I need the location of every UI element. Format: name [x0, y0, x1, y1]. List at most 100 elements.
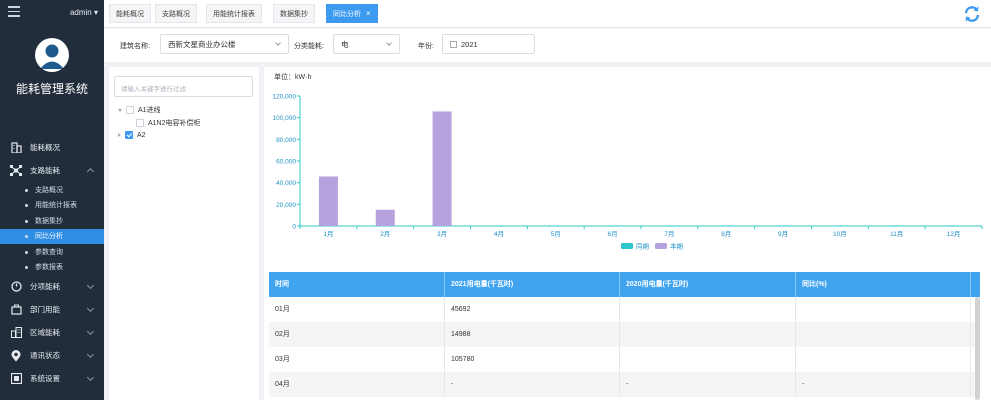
tab-branch-overview[interactable]: 支路概况	[155, 4, 197, 23]
table-cell	[796, 347, 971, 372]
sidebar-subitem-label: 数据集抄	[35, 217, 63, 225]
x-tick-label: 12月	[947, 230, 961, 238]
sidebar-subitem-yoy-analysis[interactable]: 同比分析	[0, 228, 104, 244]
table-cell	[620, 322, 796, 347]
sidebar-item-label: 系统设置	[30, 374, 60, 383]
y-tick-label: 0	[292, 224, 296, 231]
y-tick-label: 40,000	[276, 180, 296, 187]
table-row: 04月 - - -	[269, 372, 980, 397]
chart-panel: 单位：kW·h 0 20,000 40,000 60,000 80,000 100,000 1…	[264, 67, 991, 265]
sidebar-subitem-label: 参数报表	[35, 264, 63, 272]
y-tick-label: 80,000	[276, 137, 296, 144]
x-tick-label: 4月	[494, 230, 504, 238]
tree-node-label: A1进线	[138, 107, 161, 114]
x-tick-label: 8月	[721, 230, 731, 238]
table-cell: -	[445, 372, 620, 397]
sidebar: admin ▾ 能耗管理系统 能耗概况 支路能耗 支路概况 用能统计报表 数据集…	[0, 0, 104, 400]
tab-label: 支路概况	[162, 10, 190, 18]
hamburger-menu-icon[interactable]	[8, 6, 20, 18]
user-menu[interactable]: admin ▾	[70, 8, 98, 17]
region-icon	[10, 327, 22, 339]
table-cell: 105780	[445, 347, 620, 372]
branch-tree-panel: 请输入关键字进行过滤 A1进线 A1N2电容补偿柜 A2	[109, 67, 259, 400]
x-tick-label: 11月	[890, 230, 903, 238]
table-cell: -	[620, 372, 796, 397]
y-tick-label: 100,000	[273, 115, 297, 122]
sidebar-item-comm-status[interactable]: 通讯状态	[0, 344, 104, 367]
chevron-down-icon	[386, 40, 392, 46]
tab-label: 能耗概况	[116, 10, 144, 18]
table-row: 02月 14988	[269, 322, 980, 347]
expand-icon[interactable]	[118, 108, 122, 112]
tab-yoy-analysis[interactable]: 同比分析 ×	[326, 4, 378, 23]
chevron-down-icon	[275, 40, 281, 46]
tree-checkbox-checked[interactable]	[125, 131, 133, 139]
table-cell	[620, 347, 796, 372]
tab-data-collection[interactable]: 数据集抄	[273, 4, 315, 23]
sidebar-subitem-param-query[interactable]: 参数查询	[0, 244, 104, 260]
refresh-icon[interactable]	[963, 5, 981, 23]
table-panel: 时间 2021用电量(千瓦时) 2020用电量(千瓦时) 同比(%) 01月 4…	[264, 265, 991, 400]
x-tick-label: 5月	[551, 230, 561, 238]
building-label: 建筑名称:	[120, 43, 150, 50]
tree-node-a1[interactable]: A1进线	[118, 105, 161, 115]
year-picker[interactable]: 2021	[442, 34, 535, 54]
table-cell: -	[796, 372, 971, 397]
settings-icon	[10, 373, 22, 385]
year-picker-value: 2021	[461, 39, 478, 49]
chevron-down-icon	[86, 327, 95, 336]
tree-node-a2[interactable]: A2	[118, 131, 146, 139]
sidebar-item-system-settings[interactable]: 系统设置	[0, 367, 104, 390]
calendar-icon	[450, 40, 457, 48]
bar-current	[318, 176, 338, 226]
table-cell: 02月	[269, 322, 445, 347]
x-tick-label: 3月	[437, 230, 447, 238]
sidebar-item-branch-energy[interactable]: 支路能耗	[0, 159, 104, 182]
sidebar-subitem-param-report[interactable]: 参数报表	[0, 260, 104, 276]
x-tick-label: 6月	[608, 230, 618, 238]
table-header-cell: 2021用电量(千瓦时)	[445, 272, 620, 297]
sidebar-item-department-energy[interactable]: 部门用能	[0, 298, 104, 321]
sidebar-item-label: 通讯状态	[30, 351, 60, 360]
table-cell: 03月	[269, 347, 445, 372]
tree-node-a1n2[interactable]: A1N2电容补偿柜	[136, 118, 201, 128]
unit-label: 单位：kW·h	[274, 72, 311, 81]
tab-energy-overview[interactable]: 能耗概况	[109, 4, 151, 23]
tree-checkbox[interactable]	[136, 119, 144, 127]
close-icon[interactable]: ×	[366, 9, 371, 18]
sidebar-subitem-usage-report[interactable]: 用能统计报表	[0, 198, 104, 214]
category-select[interactable]: 电	[333, 34, 400, 54]
y-tick-label: 60,000	[276, 159, 296, 166]
category-select-value: 电	[341, 39, 349, 49]
legend-label: 本期	[670, 242, 684, 251]
sidebar-subitem-data-collection[interactable]: 数据集抄	[0, 213, 104, 229]
yoy-bar-chart: 单位：kW·h 0 20,000 40,000 60,000 80,000 100,000 1…	[273, 72, 983, 251]
filter-bar: 建筑名称: 西新文星商业办公楼 分类能耗: 电 年份: 2021	[104, 29, 991, 62]
tab-usage-report[interactable]: 用能统计报表	[206, 4, 262, 23]
table-header-cell: 2020用电量(千瓦时)	[620, 272, 796, 297]
sidebar-item-itemized-energy[interactable]: 分项能耗	[0, 275, 104, 298]
table-header-cell: 同比(%)	[796, 272, 971, 297]
x-tick-label: 2月	[380, 230, 390, 238]
building-select[interactable]: 西新文星商业办公楼	[160, 34, 289, 54]
network-icon	[10, 165, 22, 177]
tree-search-input[interactable]: 请输入关键字进行过滤	[114, 76, 253, 97]
x-tick-label: 10月	[833, 230, 847, 238]
table-cell: 04月	[269, 372, 445, 397]
sidebar-item-energy-overview[interactable]: 能耗概况	[0, 136, 104, 159]
y-tick-label: 20,000	[276, 202, 296, 209]
location-icon	[10, 349, 22, 362]
table-row: 03月 105780	[269, 347, 980, 372]
sidebar-subitem-branch-overview[interactable]: 支路概况	[0, 182, 104, 198]
collapse-icon[interactable]	[118, 133, 121, 137]
sidebar-item-region-energy[interactable]: 区域能耗	[0, 321, 104, 344]
sidebar-item-label: 部门用能	[30, 305, 60, 314]
sidebar-item-label: 能耗概况	[30, 143, 60, 152]
table-cell	[796, 322, 971, 347]
chevron-down-icon	[86, 281, 95, 290]
tree-checkbox[interactable]	[126, 106, 134, 114]
legend-label: 同期	[636, 243, 650, 251]
table-scrollbar[interactable]	[975, 297, 980, 400]
chevron-down-icon	[86, 373, 95, 382]
data-table: 时间 2021用电量(千瓦时) 2020用电量(千瓦时) 同比(%) 01月 4…	[269, 272, 980, 397]
